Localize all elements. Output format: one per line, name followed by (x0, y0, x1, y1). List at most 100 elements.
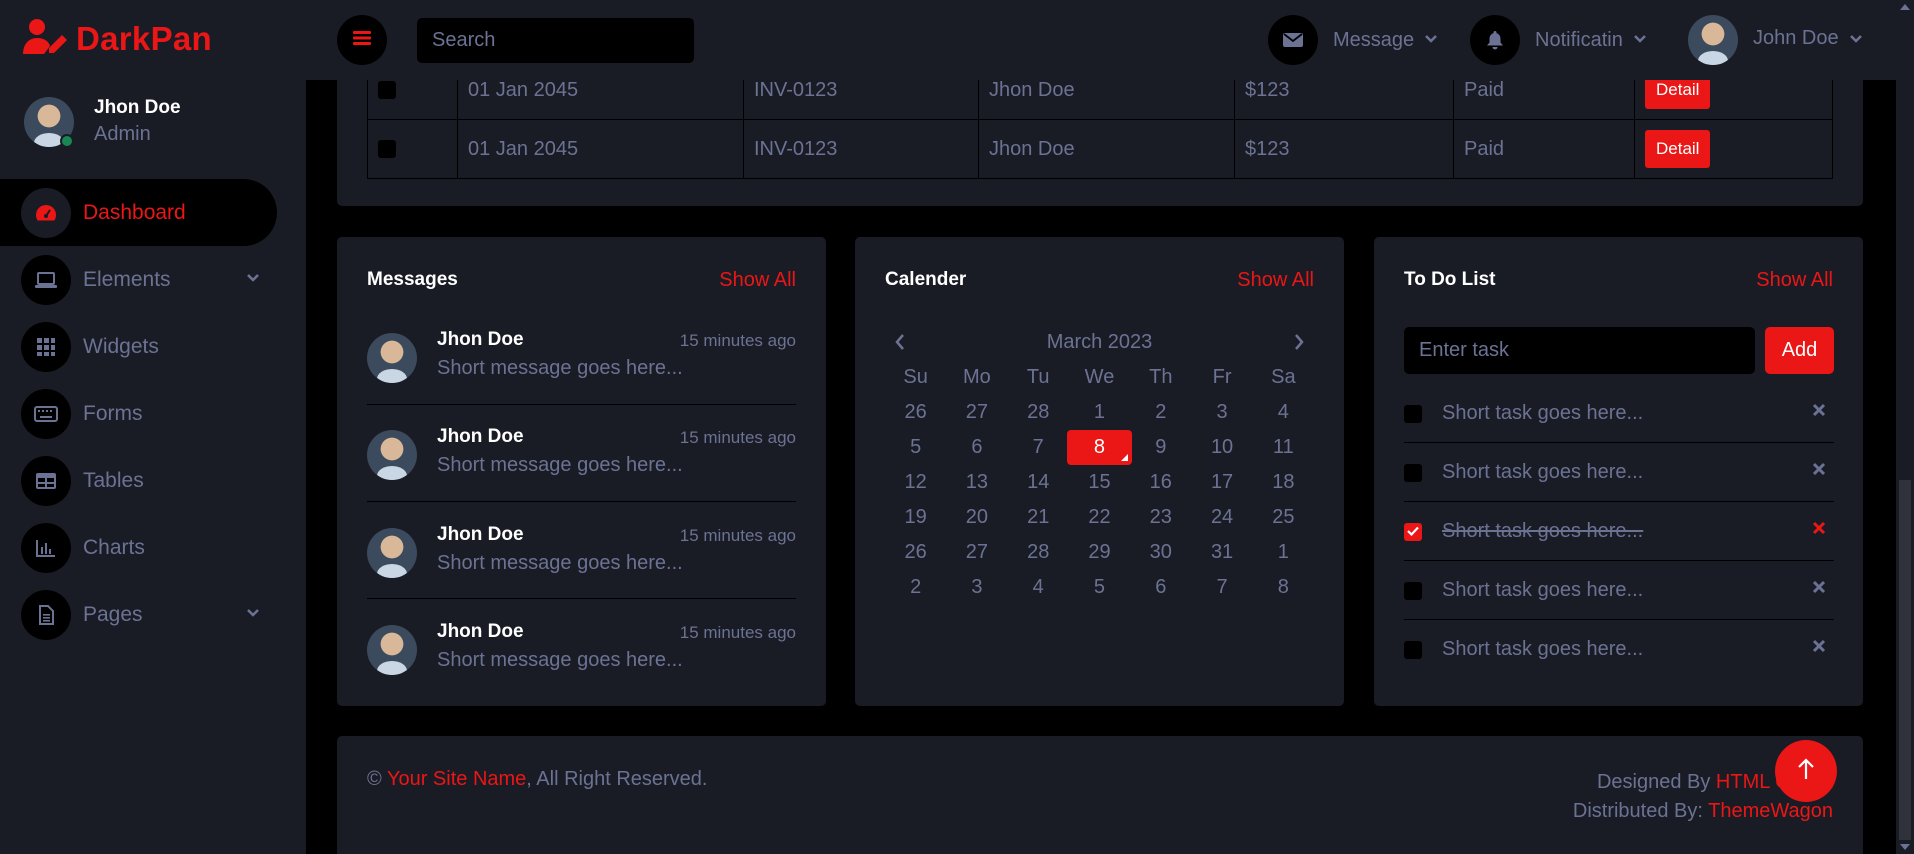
calendar-day[interactable]: 16 (1130, 465, 1191, 500)
task-checkbox[interactable] (1404, 522, 1422, 541)
task-input[interactable] (1404, 327, 1755, 374)
sidebar-item-tables[interactable]: Tables (0, 447, 306, 514)
scroll-up-arrow[interactable] (1900, 4, 1910, 10)
calendar-day[interactable]: 9 (1130, 430, 1191, 465)
calendar-day[interactable]: 1 (1069, 395, 1130, 430)
calendar-day[interactable]: 6 (946, 430, 1007, 465)
sidebar-item-forms[interactable]: Forms (0, 380, 306, 447)
calendar-day[interactable]: 8 (1253, 570, 1314, 605)
show-all-link[interactable]: Show All (1756, 269, 1833, 292)
task-checkbox[interactable] (1404, 404, 1422, 423)
calendar-day[interactable]: 7 (1008, 430, 1069, 465)
avatar (367, 430, 417, 480)
calendar-day[interactable]: 7 (1191, 570, 1252, 605)
back-to-top-button[interactable] (1775, 740, 1837, 802)
chevron-left-icon[interactable] (885, 327, 915, 357)
sidebar-item-charts[interactable]: Charts (0, 514, 306, 581)
site-name-link[interactable]: Your Site Name (387, 768, 526, 790)
invoice-amount: $123 (1234, 119, 1454, 179)
calendar-day[interactable]: 2 (1130, 395, 1191, 430)
detail-button[interactable]: Detail (1645, 130, 1711, 168)
calendar-day[interactable]: 29 (1069, 535, 1130, 570)
sidebar-item-pages[interactable]: Pages (0, 581, 306, 648)
calendar-day[interactable]: 3 (946, 570, 1007, 605)
calendar-day[interactable]: 5 (1069, 570, 1130, 605)
show-all-link[interactable]: Show All (1237, 269, 1314, 292)
calendar-day[interactable]: 11 (1253, 430, 1314, 465)
list-item[interactable]: Jhon Doe 15 minutes ago Short message go… (367, 619, 796, 717)
calendar-day[interactable]: 5 (885, 430, 946, 465)
sidebar-toggle-button[interactable] (337, 15, 387, 65)
calendar-day[interactable]: 17 (1191, 465, 1252, 500)
calendar-day[interactable]: 21 (1008, 500, 1069, 535)
close-icon[interactable] (1812, 403, 1826, 422)
calendar-day[interactable]: 27 (946, 535, 1007, 570)
sidebar: DarkPan Jhon Doe Admin Dashboard Element… (0, 0, 306, 854)
calendar-day[interactable]: 28 (1008, 395, 1069, 430)
list-item[interactable]: Jhon Doe 15 minutes ago Short message go… (367, 327, 796, 425)
message-sender: Jhon Doe (437, 524, 524, 545)
calendar-day[interactable]: 13 (946, 465, 1007, 500)
calendar-day[interactable]: 26 (885, 535, 946, 570)
rights-text: , All Right Reserved. (526, 768, 708, 790)
row-checkbox[interactable] (378, 140, 396, 159)
distributor-link[interactable]: ThemeWagon (1708, 800, 1833, 822)
sidebar-item-elements[interactable]: Elements (0, 246, 306, 313)
task-checkbox[interactable] (1404, 581, 1422, 600)
brand-logo[interactable]: DarkPan (22, 14, 212, 64)
message-dropdown[interactable]: Message (1268, 15, 1438, 65)
calendar-day[interactable]: 24 (1191, 500, 1252, 535)
notification-dropdown[interactable]: Notificatin (1470, 15, 1647, 65)
calendar-day[interactable]: 12 (885, 465, 946, 500)
add-task-button[interactable]: Add (1765, 327, 1834, 374)
task-checkbox[interactable] (1404, 463, 1422, 482)
message-text: Short message goes here... (437, 357, 683, 379)
close-icon[interactable] (1812, 462, 1826, 481)
calendar-day[interactable]: 25 (1253, 500, 1314, 535)
sidebar-item-widgets[interactable]: Widgets (0, 313, 306, 380)
calendar-day[interactable]: 15 (1069, 465, 1130, 500)
sidebar-item-label: Charts (83, 535, 145, 559)
calendar-day[interactable]: 19 (885, 500, 946, 535)
page-scrollbar[interactable] (1896, 0, 1914, 854)
todo-item: Short task goes here... (1404, 620, 1834, 679)
calendar-day[interactable]: 23 (1130, 500, 1191, 535)
calendar-day[interactable]: 28 (1008, 535, 1069, 570)
calendar-day[interactable]: 4 (1253, 395, 1314, 430)
calendar-day[interactable]: 20 (946, 500, 1007, 535)
calendar-day[interactable]: 4 (1008, 570, 1069, 605)
calendar-day-selected[interactable]: 8 (1066, 430, 1133, 465)
list-item[interactable]: Jhon Doe 15 minutes ago Short message go… (367, 522, 796, 620)
calendar-day[interactable]: 3 (1191, 395, 1252, 430)
close-icon[interactable] (1812, 521, 1826, 540)
row-checkbox[interactable] (378, 81, 396, 100)
sidebar-item-label: Elements (83, 267, 171, 291)
calendar-card: Calender Show All March 2023 Su Mo Tu We Th F… (855, 237, 1344, 706)
calendar-day[interactable]: 2 (885, 570, 946, 605)
calendar-day[interactable]: 18 (1253, 465, 1314, 500)
distributed-by-text: Distributed By: (1572, 800, 1709, 822)
task-checkbox[interactable] (1404, 640, 1422, 659)
calendar-day[interactable]: 14 (1008, 465, 1069, 500)
calendar-day[interactable]: 10 (1191, 430, 1252, 465)
calendar-day[interactable]: 26 (885, 395, 946, 430)
calendar-day[interactable]: 1 (1253, 535, 1314, 570)
close-icon[interactable] (1812, 639, 1826, 658)
chevron-right-icon[interactable] (1284, 327, 1314, 357)
scroll-thumb[interactable] (1899, 480, 1911, 840)
show-all-link[interactable]: Show All (719, 269, 796, 292)
search-input[interactable] (417, 18, 694, 63)
list-item[interactable]: Jhon Doe 15 minutes ago Short message go… (367, 424, 796, 522)
sidebar-item-dashboard[interactable]: Dashboard (0, 179, 277, 246)
invoice-date: 01 Jan 2045 (457, 119, 744, 179)
close-icon[interactable] (1812, 580, 1826, 599)
calendar-day[interactable]: 31 (1191, 535, 1252, 570)
scroll-down-arrow[interactable] (1900, 844, 1910, 850)
calendar-day[interactable]: 6 (1130, 570, 1191, 605)
calendar-weekday: We (1084, 366, 1115, 388)
calendar-day[interactable]: 30 (1130, 535, 1191, 570)
calendar-day[interactable]: 27 (946, 395, 1007, 430)
calendar-day[interactable]: 22 (1069, 500, 1130, 535)
divider (367, 598, 796, 599)
user-dropdown[interactable]: John Doe (1688, 15, 1863, 65)
